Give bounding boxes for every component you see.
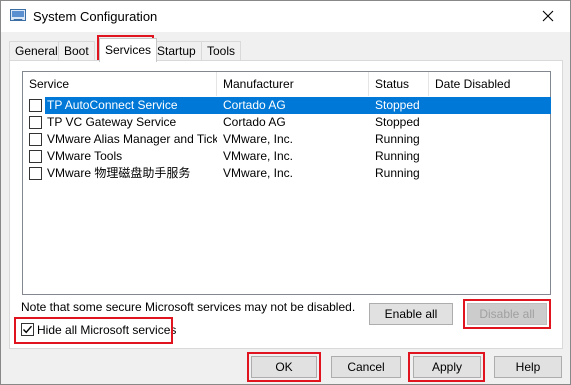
manufacturer: VMware, Inc. <box>223 132 294 146</box>
manufacturer: VMware, Inc. <box>223 149 294 163</box>
date-disabled <box>435 165 545 182</box>
table-row[interactable]: VMware Alias Manager and Ticke... VMware… <box>23 131 550 148</box>
tab-startup[interactable]: Startup <box>151 41 202 61</box>
secure-services-note: Note that some secure Microsoft services… <box>21 300 356 314</box>
table-row[interactable]: TP AutoConnect Service Cortado AG Stoppe… <box>23 97 551 114</box>
table-row[interactable]: VMware Tools VMware, Inc. Running <box>23 148 550 165</box>
service-name: VMware 物理磁盘助手服务 <box>47 166 191 180</box>
date-disabled <box>435 97 545 114</box>
enable-all-button[interactable]: Enable all <box>369 303 453 325</box>
title-bar: System Configuration <box>1 1 570 32</box>
manufacturer: VMware, Inc. <box>223 166 294 180</box>
help-button[interactable]: Help <box>494 356 562 378</box>
status: Running <box>375 149 420 163</box>
close-button[interactable] <box>526 1 570 31</box>
column-header-manufacturer[interactable]: Manufacturer <box>217 72 369 96</box>
checkmark-icon <box>22 325 33 334</box>
service-name: VMware Tools <box>47 149 123 163</box>
status: Stopped <box>375 115 420 129</box>
row-checkbox[interactable] <box>29 167 42 180</box>
tab-services[interactable]: Services <box>99 38 158 62</box>
status: Stopped <box>375 98 420 112</box>
system-configuration-window: System Configuration General Boot Servic… <box>0 0 571 385</box>
row-checkbox[interactable] <box>29 116 42 129</box>
msconfig-app-icon <box>10 9 26 23</box>
date-disabled <box>435 114 545 131</box>
column-header-status[interactable]: Status <box>369 72 429 96</box>
column-header-date-disabled[interactable]: Date Disabled <box>429 72 552 96</box>
disable-all-button[interactable]: Disable all <box>467 303 547 325</box>
tab-boot[interactable]: Boot <box>58 41 95 61</box>
hide-microsoft-services-label[interactable]: Hide all Microsoft services <box>37 323 176 337</box>
date-disabled <box>435 131 545 148</box>
service-name: TP VC Gateway Service <box>47 115 177 129</box>
row-checkbox[interactable] <box>29 133 42 146</box>
tab-general[interactable]: General <box>9 41 64 61</box>
close-icon <box>542 10 554 22</box>
date-disabled <box>435 148 545 165</box>
row-checkbox[interactable] <box>29 150 42 163</box>
manufacturer: Cortado AG <box>223 115 286 129</box>
table-row[interactable]: VMware 物理磁盘助手服务 VMware, Inc. Running <box>23 165 550 182</box>
row-checkbox[interactable] <box>29 99 42 112</box>
cancel-button[interactable]: Cancel <box>331 356 401 378</box>
service-name: TP AutoConnect Service <box>45 97 217 114</box>
tab-tools[interactable]: Tools <box>201 41 242 61</box>
services-list[interactable]: Service Manufacturer Status Date Disable… <box>22 71 551 295</box>
hide-microsoft-services-checkbox[interactable] <box>21 323 34 336</box>
window-title: System Configuration <box>33 9 158 24</box>
status: Running <box>375 166 420 180</box>
apply-button[interactable]: Apply <box>413 356 481 378</box>
status: Running <box>375 132 420 146</box>
manufacturer: Cortado AG <box>223 98 286 112</box>
ok-button[interactable]: OK <box>251 356 317 378</box>
column-header-service[interactable]: Service <box>23 72 217 96</box>
service-name: VMware Alias Manager and Ticke... <box>47 132 217 146</box>
table-row[interactable]: TP VC Gateway Service Cortado AG Stopped <box>23 114 550 131</box>
